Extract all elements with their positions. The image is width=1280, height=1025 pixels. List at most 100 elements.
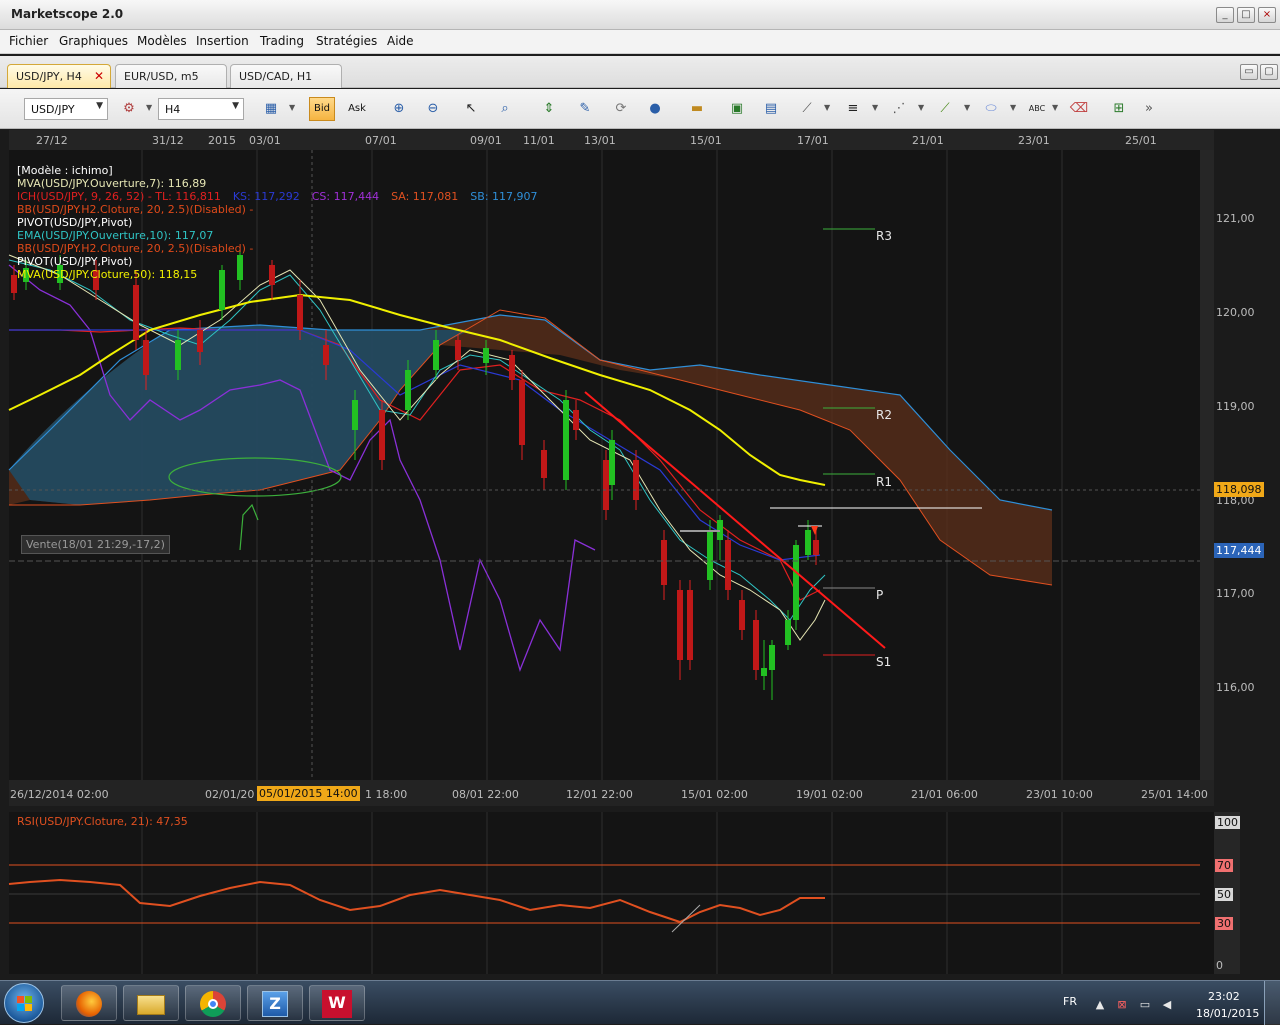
clock-date[interactable]: 18/01/2015	[1196, 1007, 1259, 1020]
symbol-value: USD/JPY	[31, 103, 75, 116]
symbol-select[interactable]: USD/JPY ▼	[24, 98, 108, 120]
chart-toolbar: USD/JPY ▼ ⚙ ▼ H4 ▼ ▦ ▼ Bid Ask ⊕ ⊖ ↖ ⌕ ⇕…	[0, 89, 1280, 129]
bid-button[interactable]: Bid	[309, 97, 335, 121]
rsi-tick: 30	[1215, 917, 1233, 930]
close-button[interactable]: ×	[1258, 7, 1276, 23]
price-tick: 117,00	[1216, 587, 1255, 600]
rsi-legend: RSI(USD/JPY.Cloture, 21): 47,35	[17, 815, 188, 828]
language-indicator[interactable]: FR	[1063, 995, 1077, 1008]
explorer-taskbar-button[interactable]	[123, 985, 179, 1021]
clock-time[interactable]: 23:02	[1208, 990, 1240, 1003]
menu-insertion[interactable]: Insertion	[196, 34, 249, 48]
top-date-label: 2015	[208, 134, 236, 147]
image-icon[interactable]: ▣	[726, 98, 748, 120]
rsi-plot	[9, 812, 1214, 974]
legend-ichimoku-ks: KS: 117,292	[232, 190, 300, 203]
windows-logo-icon-part	[17, 1004, 24, 1011]
indicator-legend: [Modèle : ichimo] MVA(USD/JPY.Ouverture,…	[17, 164, 538, 281]
ruler-icon[interactable]: ▬	[686, 98, 708, 120]
network-icon[interactable]: ⊠	[1115, 998, 1129, 1011]
winamax-taskbar-button[interactable]: W	[309, 985, 365, 1021]
tab-usdjpy-h4[interactable]: USD/JPY, H4 ✕	[7, 64, 111, 88]
top-date-label: 07/01	[365, 134, 397, 147]
ask-button[interactable]: Ask	[344, 97, 370, 121]
top-date-label: 17/01	[797, 134, 829, 147]
chevron-down-icon[interactable]: ▼	[964, 103, 970, 112]
volume-icon[interactable]: ◀	[1160, 998, 1174, 1011]
price-scale-strip	[1200, 150, 1214, 780]
eraser-icon[interactable]: ⌫	[1068, 98, 1090, 120]
text-tool-icon[interactable]: ABC	[1026, 98, 1048, 120]
pivot-label-s1: S1	[876, 655, 892, 669]
chevron-down-icon[interactable]: ▼	[918, 103, 924, 112]
menu-trading[interactable]: Trading	[260, 34, 304, 48]
price-tick: 121,00	[1216, 212, 1255, 225]
menu-fichier[interactable]: Fichier	[9, 34, 48, 48]
marketscope-taskbar-button[interactable]: Z	[247, 985, 303, 1021]
legend-ichimoku-sb: SB: 117,907	[470, 190, 538, 203]
rsi-tick: 70	[1215, 859, 1233, 872]
menu-strategies[interactable]: Stratégies	[316, 34, 377, 48]
timeframe-value: H4	[165, 103, 181, 116]
winamax-icon: W	[322, 990, 352, 1018]
trade-label[interactable]: Vente(18/01 21:29,-17,2)	[21, 535, 170, 554]
chevron-down-icon: ▼	[96, 101, 103, 111]
pivot-label-r1: R1	[876, 475, 892, 489]
firefox-icon	[76, 991, 102, 1017]
chevron-down-icon[interactable]: ▼	[146, 103, 152, 112]
bottom-date-label: 1 18:00	[365, 788, 408, 801]
start-button[interactable]	[4, 983, 44, 1023]
indicator-icon[interactable]: ⚙	[118, 98, 140, 120]
show-desktop-button[interactable]	[1264, 981, 1280, 1025]
zoom-out-icon[interactable]: ⊖	[422, 98, 444, 120]
line-tool-icon[interactable]: ⟋	[796, 98, 818, 120]
legend-pivot: PIVOT(USD/JPY,Pivot)	[17, 216, 133, 229]
legend-ichimoku-cs: CS: 117,444	[311, 190, 380, 203]
scale-icon[interactable]: ⇕	[538, 98, 560, 120]
window-icon[interactable]: ▤	[760, 98, 782, 120]
chevron-down-icon[interactable]: ▼	[1010, 103, 1016, 112]
price-tick: 119,00	[1216, 400, 1255, 413]
rsi-tick: 0	[1216, 959, 1223, 972]
menu-graphiques[interactable]: Graphiques	[59, 34, 128, 48]
timeframe-select[interactable]: H4 ▼	[158, 98, 244, 120]
chevron-down-icon[interactable]: ▼	[1052, 103, 1058, 112]
tab-close-icon[interactable]: ✕	[94, 69, 104, 83]
toolbar-more-icon[interactable]: »	[1138, 98, 1160, 120]
tab-eurusd-m5[interactable]: EUR/USD, m5	[115, 64, 227, 88]
edit-chart-icon[interactable]: ✎	[574, 98, 596, 120]
menu-modeles[interactable]: Modèles	[137, 34, 187, 48]
chevron-down-icon: ▼	[232, 101, 239, 111]
chart-minimize-button[interactable]: ▭	[1240, 64, 1258, 80]
chart-window: 27/12 31/12 2015 03/01 07/01 09/01 11/01…	[0, 130, 1280, 980]
top-date-label: 09/01	[470, 134, 502, 147]
menu-aide[interactable]: Aide	[387, 34, 414, 48]
chart-restore-button[interactable]: ▢	[1260, 64, 1278, 80]
chevron-down-icon[interactable]: ▼	[824, 103, 830, 112]
tray-arrow-icon[interactable]: ▲	[1093, 998, 1107, 1011]
top-date-label: 21/01	[912, 134, 944, 147]
chrome-taskbar-button[interactable]	[185, 985, 241, 1021]
legend-pivot: PIVOT(USD/JPY,Pivot)	[17, 255, 133, 268]
cursor-icon[interactable]: ↖	[460, 98, 482, 120]
fan-tool-icon[interactable]: ⋰	[888, 98, 910, 120]
tab-usdcad-h1[interactable]: USD/CAD, H1	[230, 64, 342, 88]
chevron-down-icon[interactable]: ▼	[872, 103, 878, 112]
chevron-down-icon[interactable]: ▼	[289, 103, 295, 112]
chart-type-icon[interactable]: ▦	[260, 98, 282, 120]
ellipse-icon[interactable]: ⬭	[980, 98, 1002, 120]
magnifier-icon[interactable]: ⌕	[494, 98, 516, 120]
refresh-icon[interactable]: ⟳	[610, 98, 632, 120]
zoom-in-icon[interactable]: ⊕	[388, 98, 410, 120]
legend-model: [Modèle : ichimo]	[17, 164, 113, 177]
hierarchy-icon[interactable]: ⊞	[1108, 98, 1130, 120]
minimize-button[interactable]: _	[1216, 7, 1234, 23]
firefox-taskbar-button[interactable]	[61, 985, 117, 1021]
display-icon[interactable]: ▭	[1138, 998, 1152, 1011]
maximize-button[interactable]: □	[1237, 7, 1255, 23]
globe-icon[interactable]: ●	[644, 98, 666, 120]
pencil-icon[interactable]: ⟋	[934, 98, 956, 120]
price-tick: 116,00	[1216, 681, 1255, 694]
horizontal-lines-icon[interactable]: ≡	[842, 98, 864, 120]
bottom-date-label: 23/01 10:00	[1026, 788, 1093, 801]
